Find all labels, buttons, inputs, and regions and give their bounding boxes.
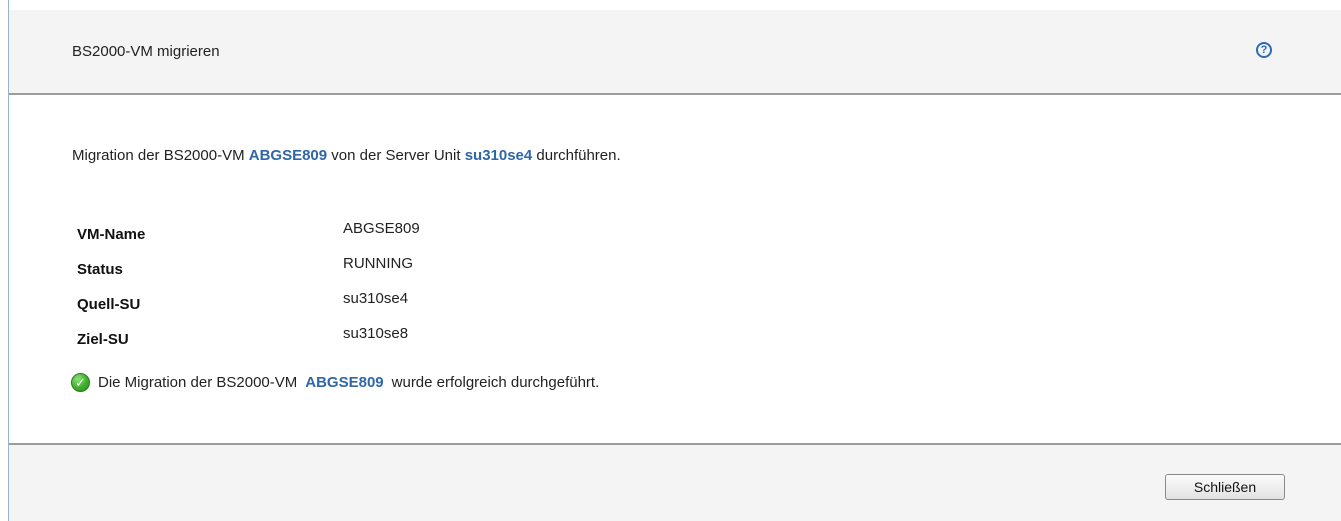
close-button[interactable]: Schließen <box>1165 474 1285 500</box>
property-value: RUNNING <box>343 255 413 272</box>
intro-text: Migration der BS2000-VM ABGSE809 von der… <box>72 147 621 164</box>
top-strip <box>9 0 1341 10</box>
result-prefix: Die Migration der BS2000-VM <box>98 374 298 391</box>
result-vm-name: ABGSE809 <box>305 374 384 391</box>
result-suffix: wurde erfolgreich durchgeführt. <box>391 374 600 391</box>
help-icon[interactable]: ? <box>1256 42 1272 58</box>
dialog-header: BS2000-VM migrieren ? <box>9 10 1341 95</box>
intro-middle: von der Server Unit <box>327 147 465 164</box>
property-value: su310se8 <box>343 325 409 342</box>
property-label: VM-Name <box>77 226 146 243</box>
dialog-title: BS2000-VM migrieren <box>72 43 220 60</box>
intro-server-unit: su310se4 <box>464 147 533 164</box>
dialog-footer: Schließen <box>9 443 1341 521</box>
intro-vm-name: ABGSE809 <box>248 147 328 164</box>
property-value: ABGSE809 <box>343 220 420 237</box>
property-label: Status <box>77 261 123 278</box>
result-message: ✓ Die Migration der BS2000-VM ABGSE809 w… <box>71 373 599 392</box>
property-label: Ziel-SU <box>77 331 129 348</box>
intro-suffix: durchführen. <box>532 147 621 164</box>
property-value: su310se4 <box>343 290 409 307</box>
dialog-body: Migration der BS2000-VM ABGSE809 von der… <box>9 95 1341 444</box>
intro-prefix: Migration der BS2000-VM <box>72 147 249 164</box>
property-label: Quell-SU <box>77 296 141 313</box>
success-check-icon: ✓ <box>71 373 90 392</box>
migrate-vm-dialog: BS2000-VM migrieren ? Migration der BS20… <box>8 0 1341 521</box>
